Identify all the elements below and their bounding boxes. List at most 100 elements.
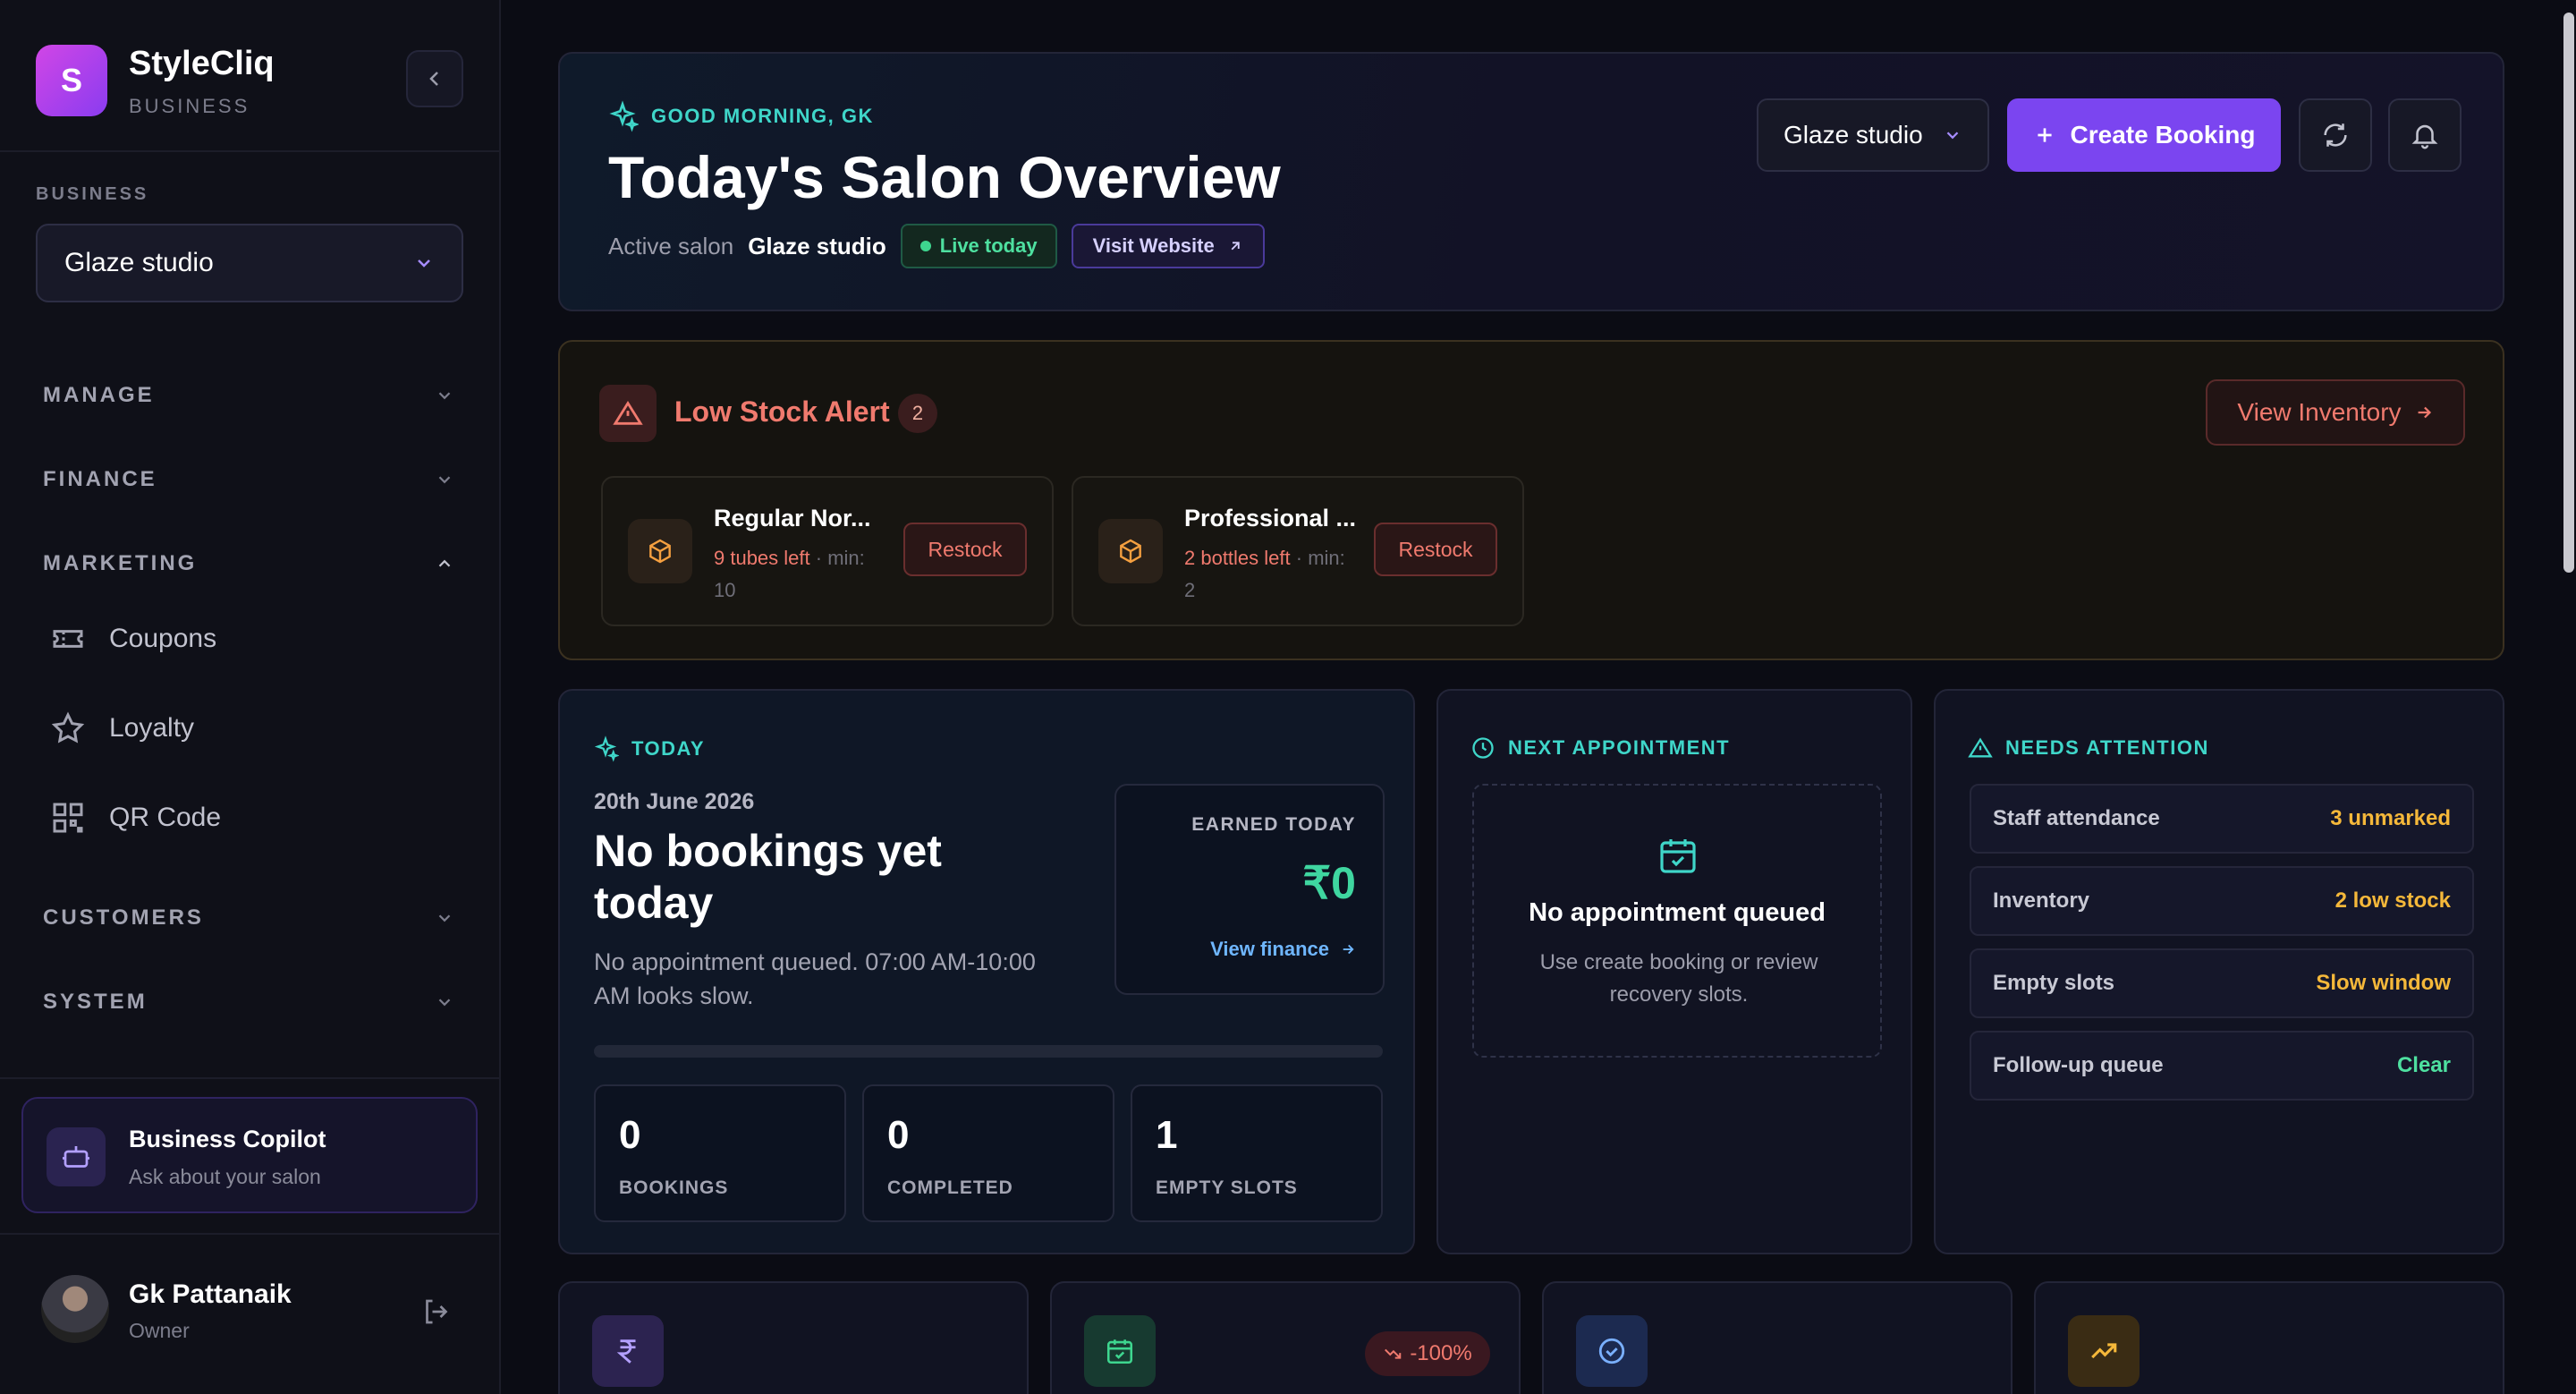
earned-label: EARNED TODAY bbox=[1191, 814, 1356, 835]
page-scrollbar[interactable] bbox=[2560, 0, 2576, 1394]
today-card: TODAY 20th June 2026 No bookings yet tod… bbox=[558, 689, 1415, 1254]
star-icon bbox=[51, 711, 85, 744]
progress-bar bbox=[594, 1045, 1383, 1058]
qr-code-icon bbox=[53, 803, 83, 833]
nav-section-finance[interactable]: FINANCE bbox=[43, 467, 454, 492]
clock-icon bbox=[1472, 737, 1494, 759]
logout-icon bbox=[426, 1299, 448, 1324]
view-finance-link[interactable]: View finance bbox=[1210, 938, 1356, 961]
overview-header: GOOD MORNING, GK Today's Salon Overview … bbox=[558, 52, 2504, 311]
stat-value: 0 bbox=[619, 1113, 641, 1157]
next-appointment-card: NEXT APPOINTMENT No appointment queued U… bbox=[1436, 689, 1912, 1254]
needs-attention-label: NEEDS ATTENTION bbox=[2005, 736, 2209, 759]
bell-icon bbox=[2411, 124, 2438, 149]
empty-appointment-state: No appointment queued Use create booking… bbox=[1472, 784, 1882, 1058]
live-badge: Live today bbox=[900, 224, 1057, 268]
nav-section-label: CUSTOMERS bbox=[43, 905, 204, 930]
chevron-down-icon bbox=[438, 914, 451, 922]
package-icon bbox=[1098, 519, 1163, 583]
arrow-right-icon bbox=[1343, 944, 1354, 955]
business-select[interactable]: Glaze studio bbox=[36, 224, 463, 302]
create-booking-label: Create Booking bbox=[2070, 121, 2256, 149]
restock-button[interactable]: Restock bbox=[1374, 523, 1497, 576]
stat-bookings: 0 BOOKINGS bbox=[594, 1084, 846, 1222]
active-salon-name: Glaze studio bbox=[748, 232, 886, 259]
kpi-card-bookings: -100% bbox=[1050, 1281, 1521, 1394]
brand-subtitle: BUSINESS bbox=[129, 95, 250, 117]
notifications-button[interactable] bbox=[2388, 98, 2462, 172]
empty-appointment-subtitle: Use create booking or review recovery sl… bbox=[1539, 950, 1818, 1007]
live-badge-text: Live today bbox=[939, 234, 1038, 257]
chevron-up-icon bbox=[438, 559, 451, 567]
item-stock-info: 2 bottles left · min: 2 bbox=[1184, 542, 1360, 607]
nav-section-system[interactable]: SYSTEM bbox=[43, 990, 454, 1015]
nav-item-loyalty[interactable]: Loyalty bbox=[50, 710, 194, 746]
refresh-button[interactable] bbox=[2299, 98, 2372, 172]
item-name: Professional ... bbox=[1184, 505, 1357, 531]
salon-select[interactable]: Glaze studio bbox=[1757, 98, 1989, 172]
collapse-sidebar-button[interactable] bbox=[406, 50, 463, 107]
item-left: 2 bottles left bbox=[1184, 547, 1291, 569]
refresh-icon bbox=[2324, 123, 2347, 147]
nav-section-customers[interactable]: CUSTOMERS bbox=[43, 905, 454, 931]
attention-item[interactable]: Follow-up queue Clear bbox=[1970, 1031, 2474, 1101]
today-subtext: No appointment queued. 07:00 AM-10:00 AM… bbox=[594, 948, 1036, 1009]
trending-down-icon bbox=[1385, 1348, 1402, 1359]
attention-item[interactable]: Empty slots Slow window bbox=[1970, 948, 2474, 1018]
view-inventory-button[interactable]: View Inventory bbox=[2206, 379, 2465, 446]
divider bbox=[0, 1233, 501, 1235]
attention-key: Follow-up queue bbox=[1993, 1053, 2164, 1077]
create-booking-button[interactable]: Create Booking bbox=[2007, 98, 2281, 172]
copilot-title: Business Copilot bbox=[129, 1126, 326, 1152]
trending-up-icon bbox=[2068, 1315, 2140, 1387]
brand-logo[interactable]: S bbox=[36, 45, 107, 116]
attention-key: Inventory bbox=[1993, 888, 2090, 913]
nav-section-label: SYSTEM bbox=[43, 990, 148, 1014]
scrollbar-thumb[interactable] bbox=[2563, 13, 2574, 573]
bot-icon bbox=[47, 1127, 106, 1186]
page-title: Today's Salon Overview bbox=[608, 144, 1281, 210]
visit-website-link[interactable]: Visit Website bbox=[1071, 224, 1265, 268]
calendar-check-icon bbox=[1084, 1315, 1156, 1387]
nav-item-coupons[interactable]: Coupons bbox=[50, 621, 216, 657]
nav-item-label: Coupons bbox=[109, 624, 217, 653]
copilot-subtitle: Ask about your salon bbox=[129, 1165, 321, 1188]
attention-item[interactable]: Staff attendance 3 unmarked bbox=[1970, 784, 2474, 854]
active-salon-label: Active salon bbox=[608, 232, 734, 259]
low-stock-alert: Low Stock Alert 2 View Inventory Regular… bbox=[558, 340, 2504, 660]
attention-key: Empty slots bbox=[1993, 971, 2115, 995]
attention-value: 2 low stock bbox=[2334, 888, 2451, 913]
restock-button[interactable]: Restock bbox=[903, 523, 1027, 576]
ticket-icon bbox=[53, 630, 83, 648]
attention-item[interactable]: Inventory 2 low stock bbox=[1970, 866, 2474, 936]
chevron-down-icon bbox=[438, 999, 451, 1007]
low-stock-item: Professional ... 2 bottles left · min: 2… bbox=[1072, 476, 1524, 626]
brand-name: StyleCliq bbox=[129, 45, 275, 82]
sparkles-icon bbox=[594, 735, 619, 762]
empty-appointment-title: No appointment queued bbox=[1529, 898, 1826, 927]
chevron-down-icon bbox=[1946, 132, 1959, 140]
greeting-text: GOOD MORNING, GK bbox=[651, 105, 874, 127]
logout-button[interactable] bbox=[420, 1296, 453, 1332]
nav-item-qr-code[interactable]: QR Code bbox=[50, 800, 221, 836]
view-inventory-label: View Inventory bbox=[2237, 398, 2402, 426]
needs-attention-heading: NEEDS ATTENTION bbox=[1968, 735, 2209, 761]
nav-section-manage[interactable]: MANAGE bbox=[43, 383, 454, 408]
live-dot-icon bbox=[919, 241, 931, 251]
business-copilot-button[interactable]: Business Copilot Ask about your salon bbox=[21, 1097, 478, 1213]
attention-value: Clear bbox=[2396, 1053, 2451, 1077]
trend-value: -100% bbox=[1410, 1341, 1472, 1365]
sparkles-icon bbox=[609, 100, 639, 132]
plus-icon bbox=[2037, 128, 2052, 142]
stat-empty-slots: 1 EMPTY SLOTS bbox=[1131, 1084, 1383, 1222]
nav-section-marketing[interactable]: MARKETING bbox=[43, 551, 454, 576]
today-heading: TODAY bbox=[592, 735, 705, 762]
low-stock-title: Low Stock Alert bbox=[674, 395, 890, 428]
avatar[interactable] bbox=[41, 1275, 109, 1343]
attention-key: Staff attendance bbox=[1993, 806, 2160, 830]
kpi-card-revenue bbox=[558, 1281, 1029, 1394]
trend-down-badge: -100% bbox=[1365, 1331, 1490, 1376]
business-label: BUSINESS bbox=[36, 184, 149, 204]
low-stock-count-badge: 2 bbox=[898, 394, 937, 433]
package-icon bbox=[628, 519, 692, 583]
